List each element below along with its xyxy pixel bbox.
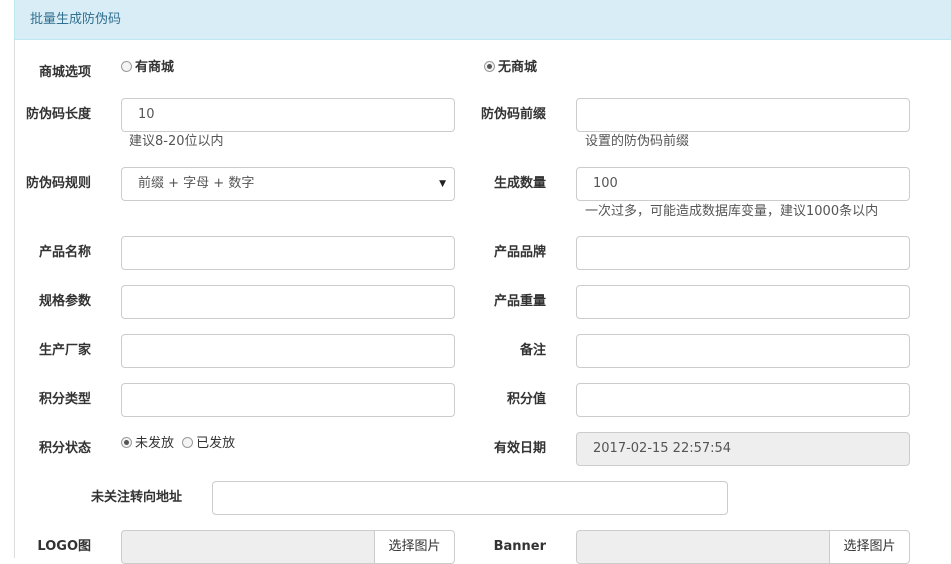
expiry-input[interactable]: 2017-02-15 22:57:54 — [576, 432, 910, 466]
product-brand-label: 产品品牌 — [493, 245, 546, 260]
code-prefix-input[interactable] — [576, 98, 910, 132]
remark-input[interactable] — [576, 334, 910, 368]
weight-input[interactable] — [576, 285, 910, 319]
radio-issued[interactable] — [182, 437, 194, 448]
code-rule-label: 防伪码规则 — [25, 176, 91, 191]
points-value-label: 积分值 — [506, 392, 546, 407]
banner-path-input[interactable] — [576, 530, 829, 564]
logo-select-button[interactable]: 选择图片 — [374, 530, 455, 564]
logo-path-input[interactable] — [121, 530, 374, 564]
product-name-input[interactable] — [121, 236, 455, 270]
code-rule-select[interactable]: 前缀 + 字母 + 数字 ▼ — [121, 167, 455, 201]
points-status-label: 积分状态 — [38, 441, 91, 456]
code-length-label: 防伪码长度 — [25, 107, 91, 122]
panel-header: 批量生成防伪码 — [14, 0, 951, 40]
quantity-label: 生成数量 — [493, 176, 546, 191]
weight-label: 产品重量 — [493, 294, 546, 309]
caret-down-icon: ▼ — [439, 179, 446, 189]
product-brand-input[interactable] — [576, 236, 910, 270]
redirect-url-label: 未关注转向地址 — [90, 490, 182, 505]
radio-not-issued[interactable] — [121, 437, 132, 448]
code-rule-selected: 前缀 + 字母 + 数字 — [138, 176, 255, 191]
remark-label: 备注 — [519, 343, 546, 358]
radio-no-mall-label: 无商城 — [498, 60, 538, 75]
radio-has-mall-label: 有商城 — [135, 60, 175, 75]
radio-has-mall[interactable]: 有商城 — [121, 60, 178, 76]
spec-input[interactable] — [121, 285, 455, 319]
product-name-label: 产品名称 — [38, 245, 91, 260]
radio-no-mall[interactable]: 无商城 — [484, 60, 541, 76]
banner-select-button[interactable]: 选择图片 — [829, 530, 910, 564]
panel-left-border — [14, 40, 15, 558]
points-type-input[interactable] — [121, 383, 455, 417]
banner-label: Banner — [493, 539, 546, 554]
quantity-help: 一次过多，可能造成数据库变量，建议1000条以内 — [585, 204, 879, 219]
expiry-label: 有效日期 — [493, 441, 546, 456]
points-status-radios: 未发放 已发放 — [121, 436, 239, 452]
radio-no-mall-circle[interactable] — [484, 61, 495, 72]
quantity-input[interactable]: 100 — [576, 167, 910, 201]
radio-has-mall-circle[interactable] — [121, 61, 132, 72]
spec-label: 规格参数 — [38, 294, 91, 309]
manufacturer-input[interactable] — [121, 334, 455, 368]
manufacturer-label: 生产厂家 — [38, 343, 91, 358]
code-length-input[interactable]: 10 — [121, 98, 455, 132]
logo-label: LOGO图 — [37, 539, 91, 554]
points-value-input[interactable] — [576, 383, 910, 417]
code-length-help: 建议8-20位以内 — [129, 134, 224, 149]
code-prefix-label: 防伪码前缀 — [480, 107, 546, 122]
radio-issued-label: 已发放 — [196, 436, 236, 451]
radio-not-issued-label: 未发放 — [135, 436, 175, 451]
panel-title: 批量生成防伪码 — [30, 12, 122, 27]
mall-option-label: 商城选项 — [38, 65, 91, 80]
points-type-label: 积分类型 — [38, 392, 91, 407]
code-prefix-help: 设置的防伪码前缀 — [585, 134, 690, 149]
redirect-url-input[interactable] — [212, 481, 728, 515]
